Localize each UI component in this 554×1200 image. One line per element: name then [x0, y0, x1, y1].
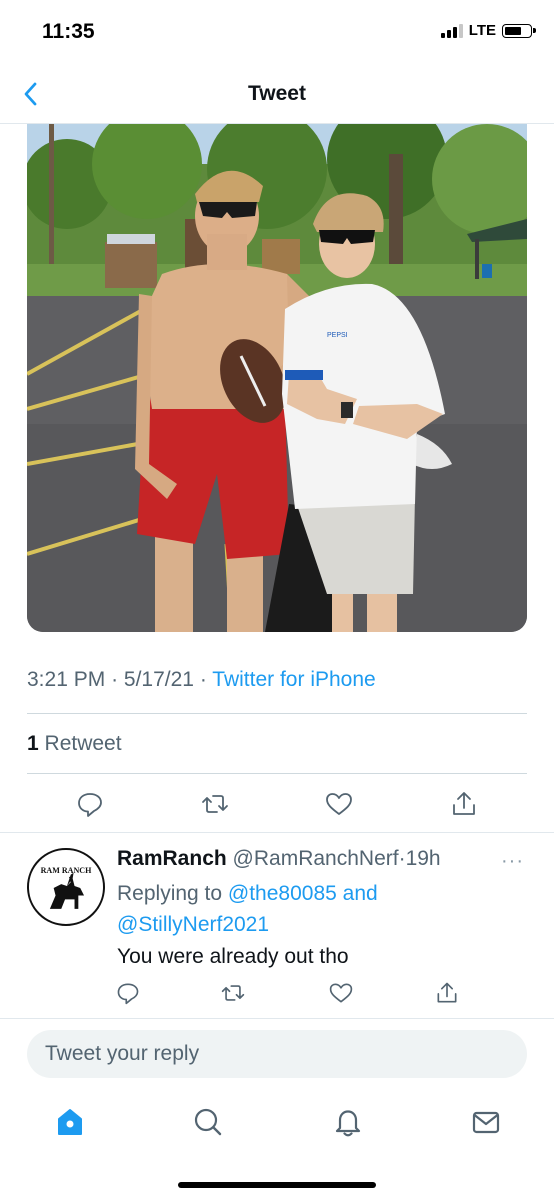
avatar-text: RAM RANCH [41, 866, 92, 875]
signal-icon [440, 23, 463, 38]
replying-to: Replying to @the80085 and @StillyNerf202… [117, 878, 517, 940]
reply-author-handle[interactable]: @RamRanchNerf [233, 847, 399, 870]
reply-like-button[interactable] [328, 980, 354, 1006]
home-icon [58, 1109, 82, 1135]
bell-icon [335, 1110, 361, 1137]
page-title: Tweet [248, 82, 306, 105]
reply-age: 19h [405, 847, 441, 870]
status-indicators: LTE [440, 22, 536, 39]
tweet-photo[interactable]: PEPSI [27, 124, 527, 632]
stats-divider [27, 773, 527, 774]
ram-ranch-logo: RAM RANCH [41, 866, 92, 909]
replying-user-link[interactable]: @the80085 [228, 882, 337, 905]
retweet-stats[interactable]: 1 Retweet [27, 732, 122, 756]
reply-button[interactable] [75, 789, 105, 819]
like-button[interactable] [324, 789, 354, 819]
network-label: LTE [468, 22, 496, 39]
retweet-label: Retweet [44, 732, 122, 755]
retweet-icon [202, 795, 228, 813]
meta-divider [27, 713, 527, 714]
status-time: 11:35 [42, 20, 95, 43]
reply-author-name[interactable]: RamRanch [117, 847, 227, 870]
replying-user-link[interactable]: @StillyNerf2021 [117, 913, 269, 936]
retweet-icon [221, 985, 245, 1001]
reply-divider [0, 1018, 554, 1019]
search-icon [194, 1108, 222, 1136]
heart-icon [329, 983, 353, 1003]
replying-prefix: Replying to [117, 882, 223, 905]
mail-icon [472, 1111, 500, 1134]
reply-text: You were already out tho [117, 945, 349, 968]
reply-separator: · [398, 847, 406, 870]
meta-separator: · [111, 668, 119, 691]
reply-reply-button[interactable] [115, 980, 141, 1006]
tab-explore[interactable] [192, 1106, 224, 1138]
retweet-button[interactable] [200, 789, 230, 819]
tweet-time: 3:21 PM [27, 668, 106, 691]
home-indicator[interactable] [178, 1182, 376, 1188]
heart-icon [326, 793, 352, 815]
shirt-logo: PEPSI [327, 332, 348, 339]
actions-divider [0, 832, 554, 833]
retweet-count: 1 [27, 732, 39, 755]
reply-icon [78, 793, 102, 817]
reply-retweet-button[interactable] [220, 980, 246, 1006]
tab-messages[interactable] [470, 1106, 502, 1138]
reply-share-button[interactable] [434, 980, 460, 1006]
share-button[interactable] [449, 789, 479, 819]
meta-separator: · [199, 668, 207, 691]
tweet-date: 5/17/21 [123, 668, 194, 691]
share-icon [437, 982, 457, 1003]
tweet-meta: 3:21 PM · 5/17/21 · Twitter for iPhone [27, 668, 376, 692]
battery-icon [502, 23, 536, 38]
tweet-source-link[interactable]: Twitter for iPhone [212, 668, 375, 691]
reply-icon [117, 983, 139, 1005]
reply-compose-input[interactable]: Tweet your reply [27, 1030, 527, 1078]
tab-home[interactable] [54, 1106, 86, 1138]
avatar[interactable]: RAM RANCH [27, 848, 105, 926]
reply-header: RamRanch @RamRanchNerf·19h [117, 847, 441, 871]
replying-and[interactable]: and [343, 882, 378, 905]
photo-illustration: PEPSI [27, 124, 527, 632]
more-options-icon[interactable]: ··· [501, 850, 524, 873]
share-icon [453, 792, 475, 815]
tab-notifications[interactable] [332, 1106, 364, 1138]
